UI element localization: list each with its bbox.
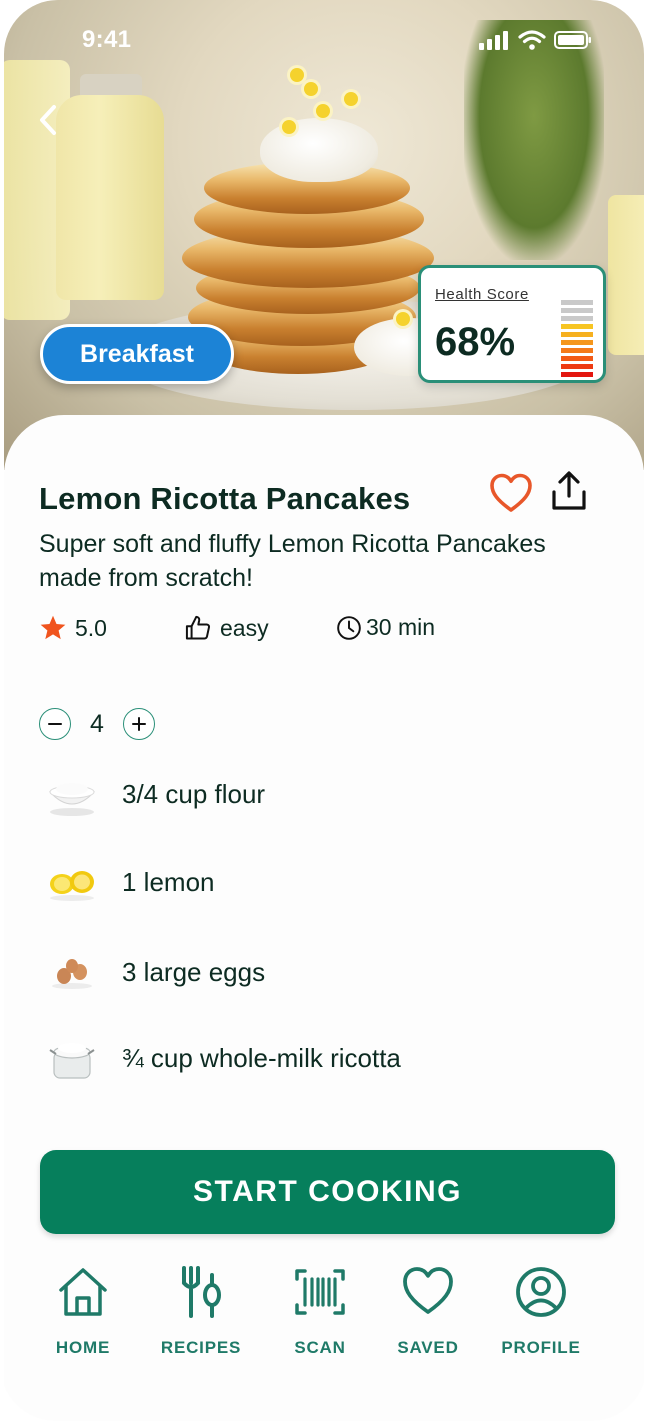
phone-screen: 9:41 Breakfast Health Score 68% Lemon Ri…: [0, 0, 647, 1421]
ricotta-jar-icon: [42, 1028, 102, 1088]
flower-garnish: [396, 312, 410, 326]
eggs-icon: [42, 942, 102, 1002]
ingredient-item: ¾ cup whole-milk ricotta: [42, 1028, 401, 1088]
heart-icon: [398, 1262, 458, 1322]
flower-garnish: [316, 104, 330, 118]
star-icon: [40, 615, 66, 640]
health-score-value: 68%: [435, 320, 516, 364]
battery-icon: [554, 31, 591, 49]
health-meter-segment: [561, 372, 593, 377]
decrease-servings-button[interactable]: [39, 708, 71, 740]
minus-icon: [48, 723, 62, 725]
rating-value: 5.0: [75, 614, 107, 641]
ricotta-dollop: [260, 118, 378, 182]
ingredient-item: 1 lemon: [42, 852, 215, 912]
flower-garnish: [344, 92, 358, 106]
tab-home[interactable]: HOME: [28, 1262, 138, 1358]
duration-meta: 30 min: [336, 614, 435, 641]
barcode-scan-icon: [290, 1262, 350, 1322]
servings-value: 4: [90, 709, 104, 738]
favorite-button[interactable]: [488, 470, 534, 516]
flower-garnish: [304, 82, 318, 96]
ingredient-item: 3 large eggs: [42, 942, 265, 1002]
difficulty-value: easy: [220, 614, 269, 641]
chevron-left-icon: [40, 105, 56, 135]
share-button[interactable]: [548, 468, 590, 514]
recipe-description: Super soft and fluffy Lemon Ricotta Panc…: [39, 530, 546, 592]
difficulty-meta: easy: [184, 614, 269, 642]
increase-servings-button[interactable]: [123, 708, 155, 740]
health-meter-segment: [561, 364, 593, 369]
heart-outline-icon: [490, 473, 532, 512]
start-cooking-button[interactable]: START COOKING: [40, 1150, 615, 1234]
wifi-icon: [518, 30, 546, 50]
ingredient-text: 3/4 cup flour: [122, 778, 266, 809]
tab-label: SAVED: [397, 1338, 459, 1357]
tab-recipes[interactable]: RECIPES: [146, 1262, 256, 1358]
flower-garnish: [290, 68, 304, 82]
tab-label: SCAN: [294, 1338, 346, 1357]
tab-saved[interactable]: SAVED: [373, 1262, 483, 1358]
home-icon: [53, 1262, 113, 1322]
servings-stepper: 4: [39, 708, 155, 740]
health-score-label: Health Score: [435, 286, 529, 303]
thumbs-up-icon: [185, 615, 211, 640]
tab-label: HOME: [55, 1338, 111, 1357]
health-meter-segment: [561, 324, 593, 329]
plus-icon: [132, 717, 146, 731]
ingredient-item: 3/4 cup flour: [42, 764, 265, 824]
recipe-title: Lemon Ricotta Pancakes: [39, 481, 411, 516]
bottom-tab-bar: HOME RECIPES SCAN SAVED PROFILE: [0, 1262, 647, 1382]
flour-bowl-icon: [42, 764, 102, 824]
health-meter-segment: [561, 348, 593, 353]
tab-profile[interactable]: PROFILE: [486, 1262, 596, 1358]
duration-value: 30 min: [366, 614, 436, 640]
health-meter-segment: [561, 340, 593, 345]
user-circle-icon: [511, 1262, 571, 1322]
flower-garnish: [282, 120, 296, 134]
clock-icon: [337, 615, 361, 640]
lemon-icon: [42, 852, 102, 912]
status-icons: [478, 30, 592, 50]
plant: [464, 20, 604, 260]
health-meter-segment: [561, 308, 593, 313]
ingredient-text: 3 large eggs: [122, 956, 266, 987]
health-meter-segment: [561, 356, 593, 361]
fork-spoon-icon: [171, 1262, 231, 1322]
ingredient-text: 1 lemon: [122, 866, 215, 897]
back-button[interactable]: [30, 100, 66, 140]
share-icon: [552, 471, 586, 510]
health-score-card[interactable]: Health Score 68%: [418, 265, 606, 383]
category-pill[interactable]: Breakfast: [40, 324, 234, 384]
juice-jar: [56, 95, 164, 300]
tab-scan[interactable]: SCAN: [265, 1262, 375, 1358]
health-score-meter: [561, 300, 593, 377]
tab-label: RECIPES: [160, 1338, 242, 1357]
juice-glass-right: [608, 195, 644, 355]
health-meter-segment: [561, 300, 593, 305]
tab-label: PROFILE: [501, 1338, 581, 1357]
health-meter-segment: [561, 332, 593, 337]
health-meter-segment: [561, 316, 593, 321]
signal-icon: [479, 31, 508, 50]
hero-image: [4, 0, 644, 470]
rating-meta: 5.0: [39, 614, 107, 642]
status-time: 9:41: [82, 26, 132, 53]
ingredient-text: ¾ cup whole-milk ricotta: [122, 1042, 401, 1073]
